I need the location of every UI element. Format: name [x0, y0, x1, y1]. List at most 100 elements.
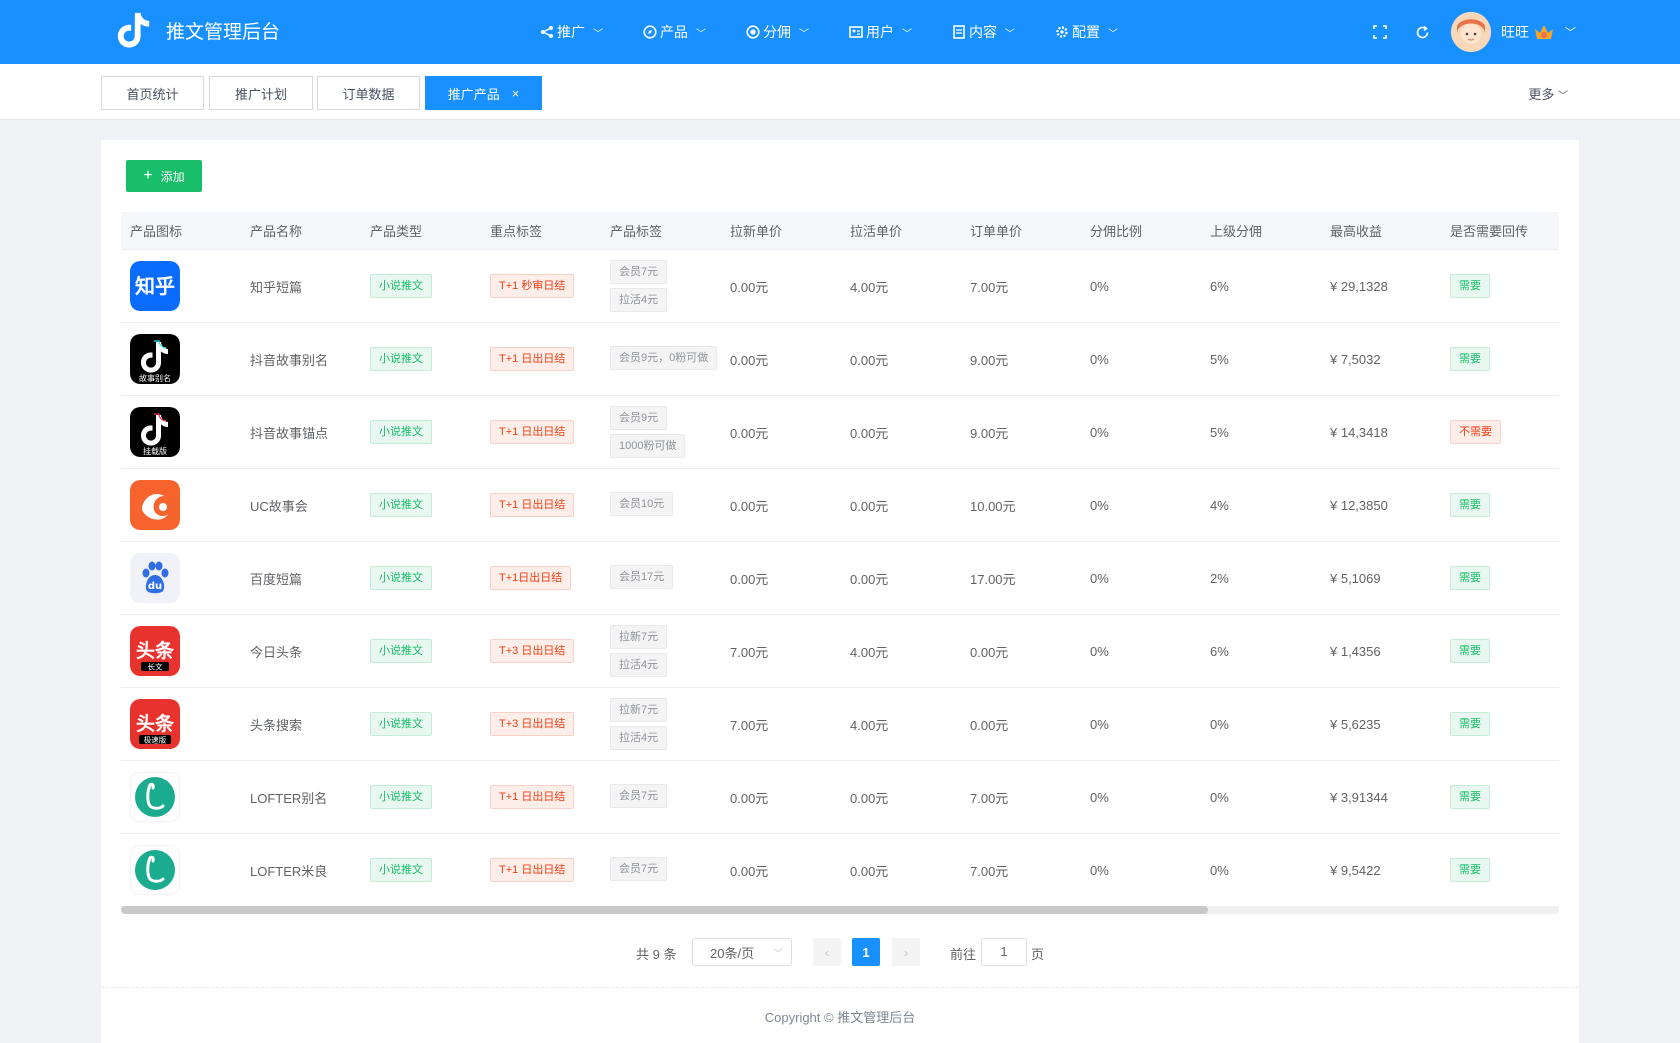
- chevron-down-icon[interactable]: ﹀: [1565, 24, 1576, 40]
- more-dropdown[interactable]: 更多 ﹀: [1528, 84, 1568, 103]
- table-row: LOFTER别名 小说推文 T+1 日出日结 会员7元 0.00元 0.00元 7.00元 0…: [121, 761, 1559, 834]
- svg-text:长文: 长文: [148, 662, 163, 672]
- chevron-down-icon: ﹀: [799, 28, 809, 40]
- product-tag: 拉新7元: [610, 625, 668, 649]
- tab-promotion-product[interactable]: 推广产品 ×: [425, 76, 542, 110]
- app-logo[interactable]: 推文管理后台: [114, 10, 280, 50]
- table-header: 产品图标 产品名称 产品类型 重点标签 产品标签 拉新单价 拉活单价 订单单价 …: [121, 212, 1559, 250]
- cell-commission: 0%: [1090, 351, 1109, 367]
- tab-home-stats[interactable]: 首页统计: [101, 76, 204, 110]
- cell-icon: [121, 480, 241, 530]
- product-tag: 会员7元: [610, 856, 668, 881]
- nav-item-promotion[interactable]: 推广 ﹀: [540, 22, 603, 42]
- cell-active-price: 0.00元: [850, 790, 889, 806]
- cell-parent-commission: 0%: [1210, 716, 1229, 732]
- table-row: LOFTER米良 小说推文 T+1 日出日结 会员7元 0.00元 0.00元 7.00元 0…: [121, 834, 1559, 907]
- cell-active-price: 0.00元: [850, 498, 889, 514]
- column-header: 拉活单价: [850, 224, 903, 239]
- nav-item-settings[interactable]: 配置 ﹀: [1055, 22, 1118, 42]
- cell-callback: 不需要: [1441, 420, 1561, 444]
- key-tag: T+1 日出日结: [490, 858, 575, 882]
- type-tag: 小说推文: [370, 858, 432, 882]
- app-title: 推文管理后台: [166, 21, 281, 43]
- chevron-down-icon: ﹀: [1108, 28, 1118, 40]
- nav-label: 用户: [866, 24, 894, 40]
- next-page-button[interactable]: ›: [892, 938, 920, 966]
- cell-order-price: 17.00元: [970, 571, 1016, 587]
- cell-parent-commission: 0%: [1210, 789, 1229, 805]
- page-size-select[interactable]: 20条/页 ﹀: [692, 938, 792, 966]
- key-tag: T+1 日出日结: [490, 493, 575, 517]
- nav-item-product[interactable]: 产品 ﹀: [643, 22, 706, 42]
- cell-icon: du: [121, 553, 241, 603]
- cell-active-price: 4.00元: [850, 644, 889, 660]
- cell-commission: 0%: [1090, 570, 1109, 586]
- prev-page-button[interactable]: ‹: [813, 938, 841, 966]
- table-row: UC故事会 小说推文 T+1 日出日结 会员10元 0.00元 0.00元 10.00元 0%…: [121, 469, 1559, 542]
- type-tag: 小说推文: [370, 493, 432, 517]
- callback-status-badge: 需要: [1450, 274, 1490, 298]
- copyright-text: Copyright © 推文管理后台: [764, 1010, 916, 1025]
- cell-tags: 会员7元: [601, 783, 721, 811]
- cell-parent-commission: 2%: [1210, 570, 1229, 586]
- nav-item-user[interactable]: 用户 ﹀: [849, 22, 912, 42]
- chevron-right-icon: ›: [903, 944, 909, 960]
- tabs-bar: 首页统计 推广计划 订单数据 推广产品 × 更多 ﹀: [0, 64, 1680, 120]
- callback-status-badge: 需要: [1450, 347, 1490, 371]
- scrollbar-thumb[interactable]: [121, 906, 1208, 914]
- add-button-label: 添加: [160, 169, 185, 184]
- cell-callback: 需要: [1441, 639, 1561, 663]
- cell-type: 小说推文: [361, 712, 481, 736]
- cell-parent-commission: 5%: [1210, 351, 1229, 367]
- cell-icon: 头条 极速版: [121, 699, 241, 749]
- product-tag: 会员7元: [610, 783, 668, 808]
- content-card: + 添加 产品图标 产品名称 产品类型 重点标签 产品标签 拉新单价 拉活单价 订…: [101, 140, 1579, 1043]
- svg-text:du: du: [148, 581, 162, 592]
- cell-commission: 0%: [1090, 862, 1109, 878]
- nav-label: 分佣: [763, 24, 791, 40]
- close-icon[interactable]: ×: [512, 86, 520, 101]
- table-row: 头条 长文 今日头条 小说推文 T+3 日出日结 拉新7元 拉活4元 7.00元 4.00元 0.…: [121, 615, 1559, 688]
- page-number-button[interactable]: 1: [852, 938, 880, 966]
- column-header: 上级分佣: [1210, 224, 1263, 239]
- tab-promotion-plan[interactable]: 推广计划: [209, 76, 313, 110]
- goto-page-input[interactable]: 1: [981, 938, 1027, 966]
- refresh-icon[interactable]: [1413, 23, 1431, 41]
- cell-max-income: ¥ 5,1069: [1330, 570, 1381, 586]
- column-header: 产品图标: [130, 224, 183, 239]
- cell-max-income: ¥ 7,5032: [1330, 351, 1381, 367]
- horizontal-scrollbar[interactable]: [121, 906, 1559, 914]
- compass-icon: [643, 25, 657, 39]
- cell-name: 今日头条: [250, 644, 303, 660]
- document-icon: [953, 25, 965, 39]
- avatar[interactable]: [1451, 12, 1491, 52]
- plus-icon: +: [143, 167, 153, 184]
- douyin-guazai-icon: 挂载版: [130, 407, 180, 457]
- nav-item-content[interactable]: 内容 ﹀: [952, 22, 1015, 42]
- dollar-circle-icon: [746, 25, 760, 39]
- cell-commission: 0%: [1090, 643, 1109, 659]
- cell-icon: 挂载版: [121, 407, 241, 457]
- cell-type: 小说推文: [361, 493, 481, 517]
- product-tag: 拉新7元: [610, 698, 668, 722]
- cell-name: 头条搜索: [250, 717, 303, 733]
- tab-order-data[interactable]: 订单数据: [317, 76, 420, 110]
- cell-parent-commission: 6%: [1210, 643, 1229, 659]
- add-button[interactable]: + 添加: [126, 160, 202, 192]
- svg-text:头条: 头条: [136, 639, 175, 662]
- lofter-icon: [130, 845, 180, 895]
- cell-type: 小说推文: [361, 785, 481, 809]
- nav-label: 产品: [660, 24, 688, 40]
- product-tag: 会员17元: [610, 564, 674, 589]
- fullscreen-icon[interactable]: [1371, 23, 1389, 41]
- gear-icon: [1056, 26, 1068, 38]
- share-icon: [541, 26, 553, 38]
- nav-item-commission[interactable]: 分佣 ﹀: [746, 22, 809, 42]
- cell-key-tag: T+3 日出日结: [481, 712, 601, 736]
- cell-callback: 需要: [1441, 274, 1561, 298]
- nav-label: 内容: [969, 24, 997, 40]
- username[interactable]: 旺旺: [1501, 22, 1529, 42]
- chevron-down-icon: ﹀: [773, 949, 783, 960]
- key-tag: T+3 日出日结: [490, 712, 575, 736]
- tab-label: 首页统计: [126, 86, 179, 102]
